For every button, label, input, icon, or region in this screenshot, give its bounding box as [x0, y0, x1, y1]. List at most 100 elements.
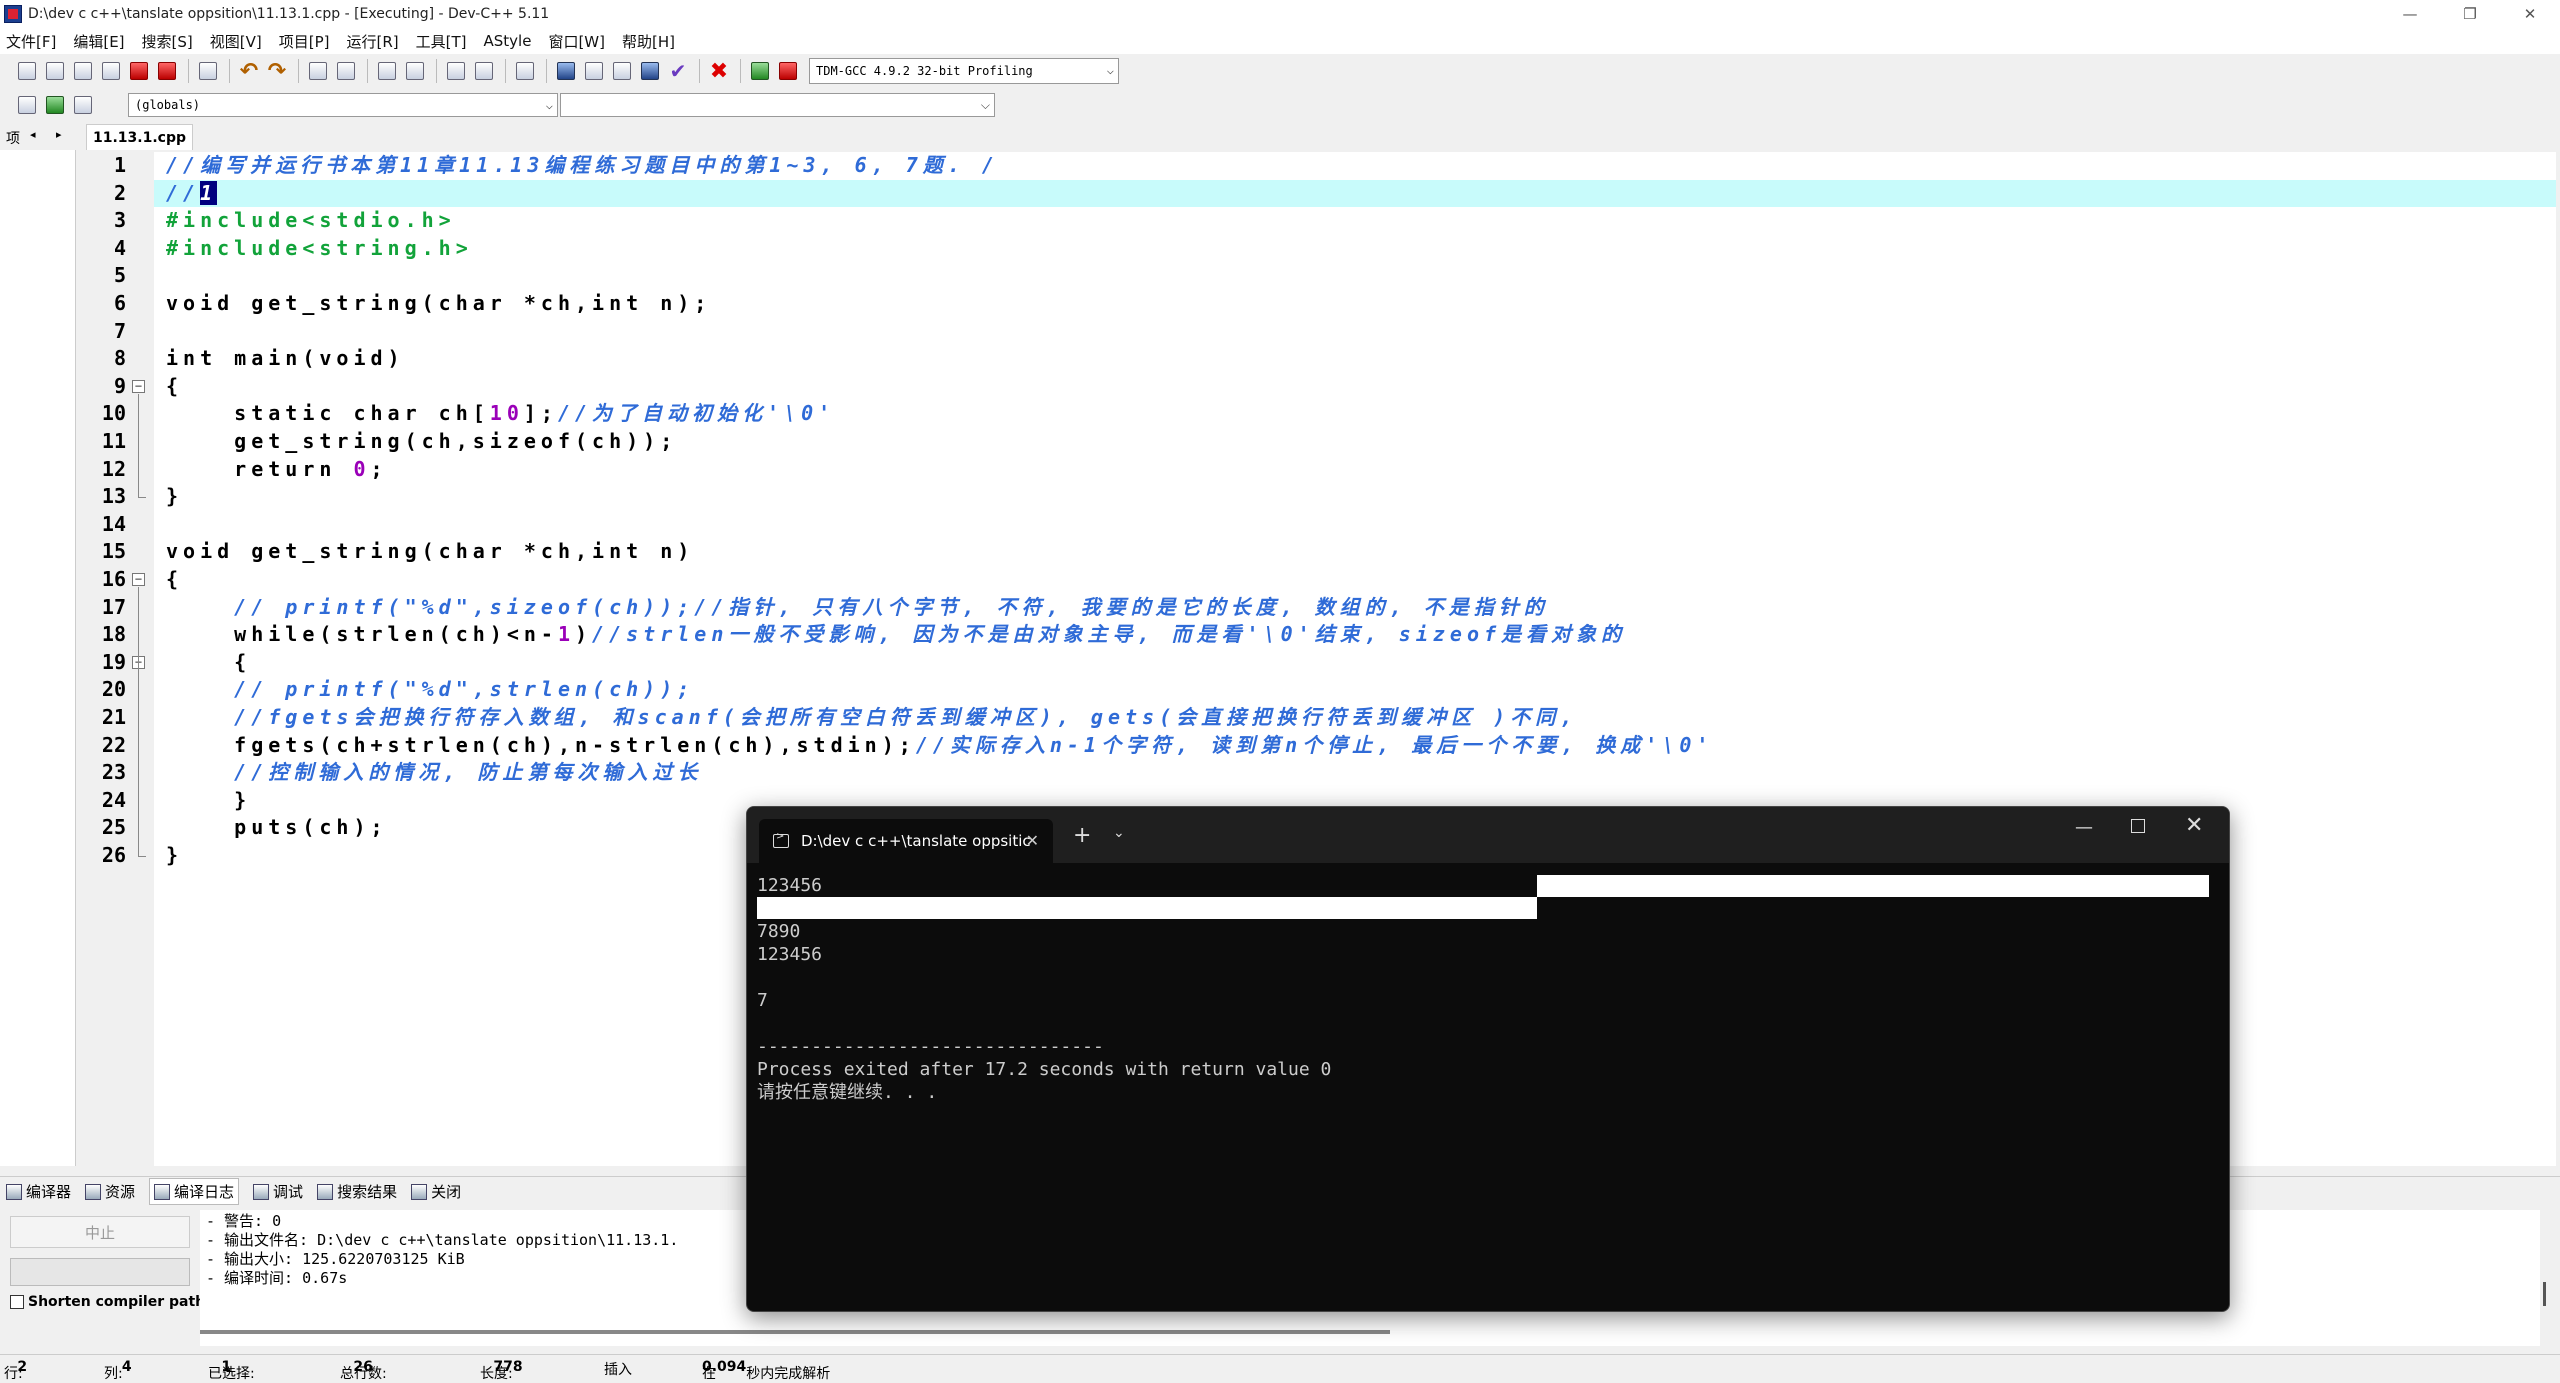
line-text: //控制输入的情况, 防止第每次输入过长	[166, 760, 703, 785]
replace-icon[interactable]	[333, 58, 359, 84]
tab-resources[interactable]: 资源	[85, 1181, 135, 1202]
search-icon	[317, 1183, 334, 1200]
shorten-paths-checkbox[interactable]: Shorten compiler paths	[10, 1294, 213, 1310]
status-total-lines: 总行数: 26	[340, 1359, 387, 1382]
tab-debug[interactable]: 调试	[253, 1181, 303, 1202]
unindent-icon[interactable]	[402, 58, 428, 84]
rebuild-icon[interactable]	[637, 58, 663, 84]
compile-icon[interactable]	[553, 58, 579, 84]
console-titlebar: D:\dev c c++\tanslate oppsitic ✕ + ⌄ — ✕	[747, 807, 2229, 863]
compile-run-icon[interactable]	[609, 58, 635, 84]
menu-view[interactable]: 视图[V]	[210, 31, 262, 52]
save-all-icon[interactable]	[98, 58, 124, 84]
line-text: fgets(ch+strlen(ch),n-strlen(ch),stdin);…	[166, 732, 1714, 757]
goto-back-icon[interactable]	[443, 58, 469, 84]
project-panel[interactable]	[0, 150, 76, 1166]
tab-compile-log[interactable]: 编译日志	[149, 1178, 240, 1205]
fold-collapse-icon[interactable]: −	[132, 573, 145, 586]
line-text: // printf("%d",strlen(ch));	[166, 677, 695, 702]
goto-icon[interactable]	[70, 92, 96, 118]
menu-window[interactable]: 窗口[W]	[548, 31, 605, 52]
tab-close[interactable]: 关闭	[411, 1181, 461, 1202]
save-icon[interactable]	[70, 58, 96, 84]
indent-icon[interactable]	[374, 58, 400, 84]
tab-compiler[interactable]: 编译器	[6, 1181, 71, 1202]
log-vertical-scrollbar[interactable]	[2543, 1282, 2546, 1306]
member-select[interactable]: ⌵	[560, 93, 995, 117]
console-tab[interactable]: D:\dev c c++\tanslate oppsitic ✕	[759, 819, 1053, 863]
abort-compile-button[interactable]: 中止	[10, 1216, 190, 1248]
log-horizontal-scrollbar[interactable]	[200, 1330, 1390, 1334]
tab-project[interactable]: 项	[6, 128, 20, 148]
tab-close-icon[interactable]: ✕	[1026, 831, 1039, 850]
fold-guide	[138, 394, 139, 497]
console-output[interactable]: 123456 7890 123456 7 -------------------…	[757, 865, 2221, 1305]
fold-collapse-icon[interactable]: −	[132, 379, 145, 393]
run-icon[interactable]	[581, 58, 607, 84]
main-toolbar: ↶ ↷ ✔ ✖ TDM-GCC 4.9.2 32-bit Profiling ⌵	[0, 54, 2560, 88]
close-button[interactable]: ✕	[2500, 0, 2560, 28]
line-text: {	[166, 649, 252, 674]
menu-astyle[interactable]: AStyle	[484, 32, 532, 50]
console-line: 请按任意键继续. . .	[757, 1082, 938, 1103]
minimize-button[interactable]: —	[2380, 0, 2440, 28]
status-selected: 已选择: 1	[208, 1359, 255, 1382]
status-length: 长度: 778	[480, 1359, 523, 1382]
checkbox-box[interactable]	[10, 1295, 24, 1309]
line-text: {	[166, 567, 184, 591]
chevron-down-icon[interactable]: ⌄	[1113, 825, 1125, 841]
syntax-check-icon[interactable]: ✔	[665, 58, 691, 84]
compiler-select[interactable]: TDM-GCC 4.9.2 32-bit Profiling ⌵	[809, 58, 1119, 84]
line-number: 13	[101, 484, 126, 509]
menu-project[interactable]: 项目[P]	[279, 31, 330, 52]
line-text: // printf("%d",sizeof(ch));//指针, 只有八个字节,…	[166, 594, 1549, 619]
maximize-button[interactable]: ❐	[2440, 0, 2500, 28]
menu-help[interactable]: 帮助[H]	[622, 31, 675, 52]
print-icon[interactable]	[195, 58, 221, 84]
goto-forward-icon[interactable]	[471, 58, 497, 84]
console-minimize-button[interactable]: —	[2075, 817, 2093, 838]
scope-select[interactable]: (globals) ⌵	[128, 93, 558, 117]
status-insert-mode: 插入	[604, 1362, 632, 1378]
code-line-9: 9 − {	[114, 373, 2556, 401]
highlight-bar	[1537, 875, 2209, 897]
line-number: 9	[113, 373, 126, 398]
line-number: 11	[101, 429, 126, 453]
console-maximize-button[interactable]	[2131, 819, 2145, 833]
close-file-icon[interactable]	[126, 58, 152, 84]
profile-chart-icon[interactable]	[747, 58, 773, 84]
menu-tools[interactable]: 工具[T]	[416, 31, 467, 52]
line-text: return 0;	[166, 456, 388, 481]
menu-search[interactable]: 搜索[S]	[142, 31, 193, 52]
line-number: 17	[101, 594, 126, 619]
new-file-icon[interactable]	[14, 58, 40, 84]
stop-execution-icon[interactable]: ✖	[706, 58, 732, 84]
insert-icon[interactable]	[14, 92, 40, 118]
menu-bar: 文件[F] 编辑[E] 搜索[S] 视图[V] 项目[P] 运行[R] 工具[T…	[0, 28, 2560, 54]
menu-edit[interactable]: 编辑[E]	[73, 31, 124, 52]
line-text: get_string(ch,sizeof(ch));	[166, 429, 678, 453]
scope-value: (globals)	[135, 98, 201, 112]
open-file-icon[interactable]	[42, 58, 68, 84]
tab-file[interactable]: 11.13.1.cpp	[86, 124, 194, 150]
tab-scroll-right-icon[interactable]: ▸	[56, 128, 62, 141]
menu-file[interactable]: 文件[F]	[6, 31, 56, 52]
redo-icon[interactable]: ↷	[264, 58, 290, 84]
delete-profile-icon[interactable]	[775, 58, 801, 84]
find-icon[interactable]	[305, 58, 331, 84]
undo-icon[interactable]: ↶	[236, 58, 262, 84]
line-number: 1	[113, 153, 126, 177]
tab-scroll-left-icon[interactable]: ◂	[30, 128, 36, 141]
new-tab-icon[interactable]: +	[1073, 823, 1091, 848]
line-number: 26	[101, 843, 126, 867]
selected-text: 1	[200, 180, 218, 205]
toggle-icon[interactable]	[42, 92, 68, 118]
tabs-row: 项 ◂ ▸ 11.13.1.cpp	[0, 124, 2560, 150]
tab-search-results[interactable]: 搜索结果	[317, 1181, 397, 1202]
code-line-22: 22 fgets(ch+strlen(ch),n-strlen(ch),stdi…	[102, 732, 2556, 760]
bookmark-icon[interactable]	[512, 58, 538, 84]
close-all-icon[interactable]	[154, 58, 180, 84]
console-close-button[interactable]: ✕	[2185, 813, 2203, 838]
console-window[interactable]: D:\dev c c++\tanslate oppsitic ✕ + ⌄ — ✕…	[746, 806, 2230, 1312]
menu-run[interactable]: 运行[R]	[346, 31, 398, 52]
